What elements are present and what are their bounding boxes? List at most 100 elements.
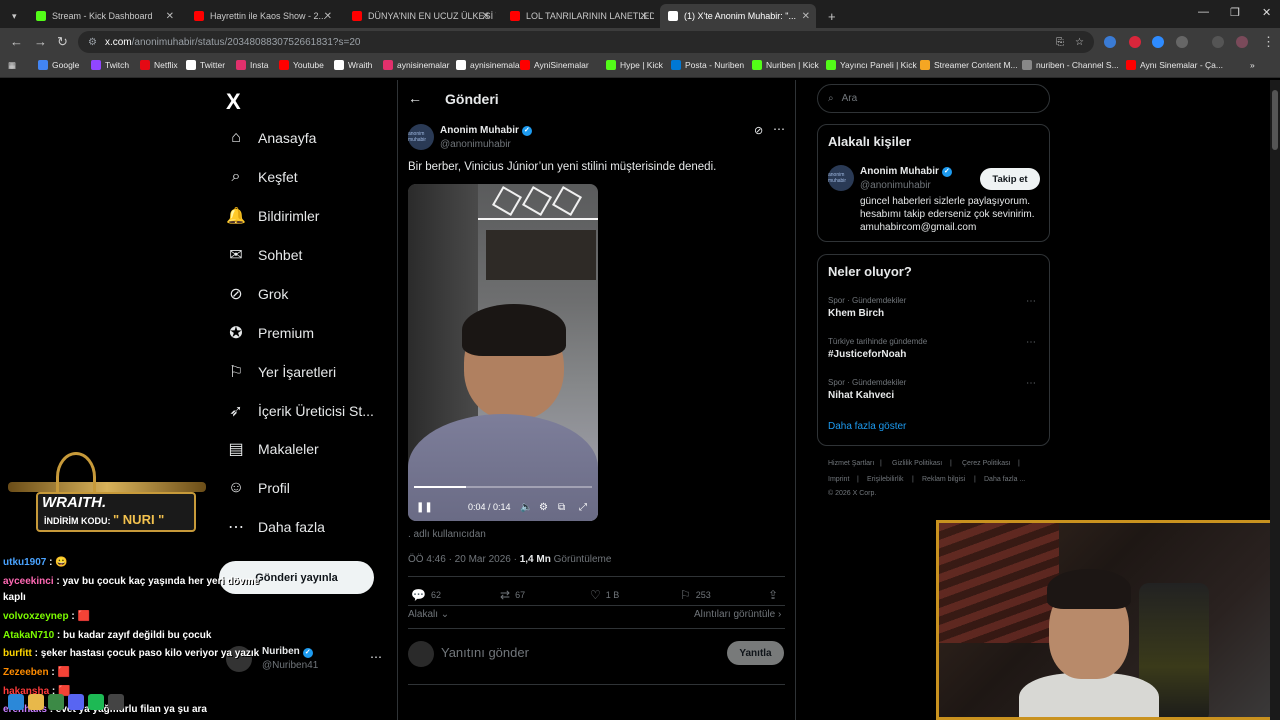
nav-item-rocket[interactable]: ➶ İçerik Üreticisi St... <box>226 401 374 421</box>
tab-list-button[interactable]: ▾ <box>4 4 22 28</box>
spotify-icon[interactable] <box>88 694 104 710</box>
reload-icon[interactable]: ↻ <box>57 34 68 50</box>
bookmark-item[interactable]: Youtube <box>279 60 324 70</box>
video-progress-bar[interactable] <box>414 486 592 488</box>
pip-icon[interactable]: ⧉ <box>558 502 565 513</box>
nav-item-articles[interactable]: ▤ Makaleler <box>226 439 318 459</box>
extension-icon[interactable] <box>1152 36 1164 48</box>
trend-item[interactable]: Khem Birch <box>828 308 884 319</box>
discord-icon[interactable] <box>68 694 84 710</box>
nav-item-bookmark[interactable]: ⚐ Yer İşaretleri <box>226 362 336 382</box>
browser-tab[interactable]: Stream - Kick Dashboard ✕ <box>28 4 180 28</box>
bookmark-item[interactable]: nuriben - Channel S... <box>1022 60 1119 70</box>
footer-link[interactable]: Hizmet Şartları <box>828 460 874 467</box>
person-handle[interactable]: @anonimuhabir <box>860 180 931 191</box>
extensions-puzzle-icon[interactable] <box>1176 36 1188 48</box>
video-player[interactable]: ❚❚ 0:04 / 0:14 🔈 ⚙ ⧉ ⤢ <box>408 184 598 521</box>
bookmark-item[interactable]: Nuriben | Kick <box>752 60 819 70</box>
footer-link[interactable]: Reklam bilgisi <box>922 476 965 483</box>
nav-item-more[interactable]: ⋯ Daha fazla <box>226 517 325 537</box>
obs-icon[interactable] <box>108 694 124 710</box>
new-tab-button[interactable]: + <box>820 4 840 28</box>
x-logo[interactable]: X <box>226 89 241 115</box>
browser-tab[interactable]: Hayrettin ile Kaos Show - 2... ✕ <box>186 4 338 28</box>
menu-kebab-icon[interactable]: ⋮ <box>1262 34 1275 50</box>
bookmark-item[interactable]: Twitter <box>186 60 225 70</box>
close-icon[interactable]: ✕ <box>166 11 174 22</box>
author-name[interactable]: Anonim Muhabir ✓ <box>440 125 532 136</box>
browser-tab-active[interactable]: (1) X'te Anonim Muhabir: "... ✕ <box>660 4 816 28</box>
file-explorer-icon[interactable] <box>28 694 44 710</box>
footer-link[interactable]: Imprint <box>828 476 849 483</box>
author-handle[interactable]: @anonimuhabir <box>440 139 511 150</box>
like-action[interactable]: ♡ 1 B <box>590 588 619 602</box>
browser-tab[interactable]: LOL TANRILARININ LANETLEDİ... ✕ <box>502 4 654 28</box>
repost-action[interactable]: ⇄ 67 <box>500 588 525 602</box>
site-info-icon[interactable]: ⚙ <box>88 37 97 48</box>
bookmark-item[interactable]: aynisinemalar <box>456 60 522 70</box>
reply-action[interactable]: 💬 62 <box>411 588 441 602</box>
author-avatar[interactable]: anonim muhabir <box>408 124 434 150</box>
close-icon[interactable]: ✕ <box>482 11 490 22</box>
star-icon[interactable]: ☆ <box>1075 37 1084 48</box>
bookmark-item[interactable]: Streamer Content M... <box>920 60 1018 70</box>
nav-item-home[interactable]: ⌂ Anasayfa <box>226 128 316 148</box>
close-icon[interactable]: ✕ <box>802 11 810 22</box>
related-dropdown[interactable]: Alakalı ⌄ <box>408 609 449 620</box>
minimize-icon[interactable]: — <box>1198 6 1209 18</box>
trend-item[interactable]: #JusticeforNoah <box>828 349 906 360</box>
bookmark-item[interactable]: Yayıncı Paneli | Kick <box>826 60 917 70</box>
fullscreen-icon[interactable]: ⤢ <box>579 502 587 513</box>
pause-icon[interactable]: ❚❚ <box>416 502 433 513</box>
back-icon[interactable]: ← <box>10 34 23 49</box>
bookmark-item[interactable]: Hype | Kick <box>606 60 663 70</box>
follow-button[interactable]: Takip et <box>980 168 1040 190</box>
search-input[interactable]: ⌕ Ara <box>817 84 1050 113</box>
more-icon[interactable]: ⋯ <box>370 650 382 664</box>
bookmark-item[interactable]: AyniSinemalar <box>520 60 589 70</box>
scrollbar-thumb[interactable] <box>1272 90 1278 150</box>
show-more-link[interactable]: Daha fazla göster <box>828 421 906 432</box>
grok-explain-icon[interactable]: ⊘ <box>754 124 763 137</box>
bookmark-item[interactable]: Aynı Sinemalar - Ça... <box>1126 60 1223 70</box>
extension-icon[interactable] <box>1129 36 1141 48</box>
scrollbar[interactable] <box>1270 80 1280 720</box>
trend-item[interactable]: Nihat Kahveci <box>828 390 894 401</box>
bookmark-item[interactable]: Wraith <box>334 60 372 70</box>
bookmark-item[interactable]: Netflix <box>140 60 178 70</box>
footer-link[interactable]: Daha fazla ... <box>984 476 1025 483</box>
maximize-icon[interactable]: ❐ <box>1230 6 1240 19</box>
chrome-icon[interactable] <box>48 694 64 710</box>
more-icon[interactable]: ⋯ <box>1026 296 1036 307</box>
close-icon[interactable]: ✕ <box>324 11 332 22</box>
reply-input[interactable]: Yanıtını gönder <box>441 645 529 660</box>
bookmark-item[interactable]: aynisinemalar <box>383 60 449 70</box>
post-more-icon[interactable]: ⋯ <box>773 122 785 136</box>
settings-icon[interactable]: ⚙ <box>539 502 548 513</box>
nav-item-grok[interactable]: ⊘ Grok <box>226 284 288 304</box>
extension-icon[interactable] <box>1104 36 1116 48</box>
nav-item-profile[interactable]: ☺ Profil <box>226 478 290 498</box>
bookmark-item[interactable]: Posta - Nuriben <box>671 60 744 70</box>
footer-link[interactable]: Gizlilik Politikası <box>892 460 942 467</box>
back-arrow-icon[interactable]: ← <box>408 90 422 106</box>
more-icon[interactable]: ⋯ <box>1026 378 1036 389</box>
nav-item-search[interactable]: ⌕ Keşfet <box>226 167 298 187</box>
reading-list-icon[interactable] <box>1212 36 1224 48</box>
nav-item-envelope[interactable]: ✉ Sohbet <box>226 245 302 265</box>
source-note[interactable]: . adlı kullanıcıdan <box>408 529 486 540</box>
reply-button[interactable]: Yanıtla <box>727 641 784 665</box>
close-window-icon[interactable]: ✕ <box>1262 6 1271 19</box>
windows-start-icon[interactable] <box>8 694 24 710</box>
nav-item-bell[interactable]: 🔔 Bildirimler <box>226 206 319 226</box>
person-name[interactable]: Anonim Muhabir ✓ <box>860 166 952 177</box>
more-icon[interactable]: ⋯ <box>1026 337 1036 348</box>
bookmark-item[interactable]: Twitch <box>91 60 129 70</box>
footer-link[interactable]: Erişilebilirlik <box>867 476 904 483</box>
nav-item-premium[interactable]: ✪ Premium <box>226 323 314 343</box>
avatar[interactable]: anonim muhabir <box>828 165 854 191</box>
bookmark-action[interactable]: ⚐ 253 <box>680 588 711 602</box>
volume-icon[interactable]: 🔈 <box>520 502 532 513</box>
profile-avatar-icon[interactable] <box>1236 36 1248 48</box>
footer-link[interactable]: © 2026 X Corp. <box>828 490 876 497</box>
